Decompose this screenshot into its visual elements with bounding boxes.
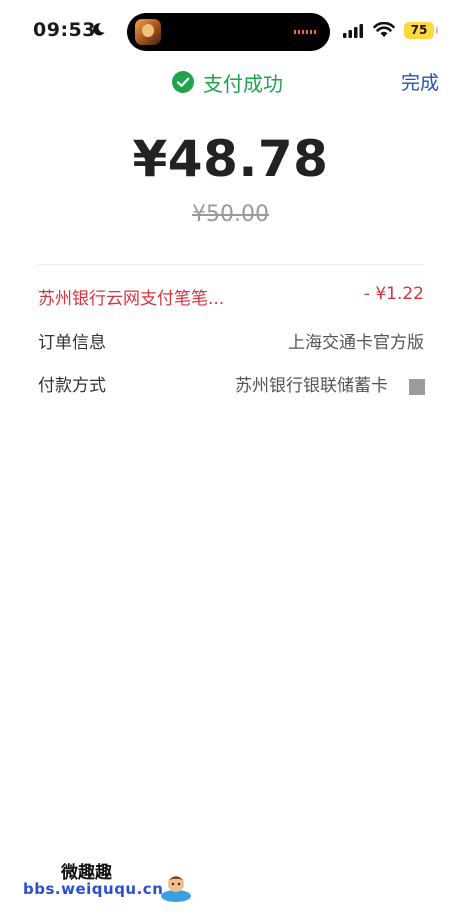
status-time: 09:53: [33, 19, 96, 41]
status-bar: 09:53 75: [0, 0, 461, 64]
detail-row-discount[interactable]: 苏州银行云网支付笔笔... - ¥1.22: [38, 284, 424, 314]
watermark: 微趣趣 bbs.weiququ.cn: [23, 858, 203, 906]
order-label: 订单信息: [38, 333, 106, 353]
original-amount-text: ¥50.00: [192, 202, 269, 227]
battery-cap: [436, 27, 438, 34]
discount-value: - ¥1.22: [363, 284, 424, 304]
battery-icon: 75: [404, 22, 434, 39]
discount-label: 苏州银行云网支付笔笔...: [38, 289, 225, 309]
payment-success-title: 支付成功: [203, 72, 283, 96]
live-activity-app-icon: [135, 19, 161, 45]
watermark-url: bbs.weiququ.cn: [23, 880, 164, 898]
divider: [38, 264, 424, 265]
paid-amount: ¥48.78: [132, 130, 329, 188]
success-header: 支付成功 完成: [0, 66, 461, 98]
wifi-icon: [373, 22, 395, 37]
original-amount: ¥50.00: [0, 202, 461, 227]
check-circle-icon: [172, 71, 194, 93]
order-value: 上海交通卡官方版: [288, 333, 424, 353]
detail-row-payment-method[interactable]: 付款方式 苏州银行银联储蓄卡: [38, 371, 425, 401]
signal-icon: [343, 24, 363, 38]
dynamic-island[interactable]: [127, 13, 330, 51]
payment-method-value: 苏州银行银联储蓄卡: [235, 376, 388, 396]
redaction-block: [409, 379, 425, 395]
payment-method-label: 付款方式: [38, 376, 106, 396]
mascot-icon: [161, 876, 191, 902]
done-button[interactable]: 完成: [401, 68, 439, 95]
live-activity-indicator: [294, 30, 316, 34]
moon-icon: [93, 23, 105, 36]
detail-row-order[interactable]: 订单信息 上海交通卡官方版: [38, 328, 424, 358]
